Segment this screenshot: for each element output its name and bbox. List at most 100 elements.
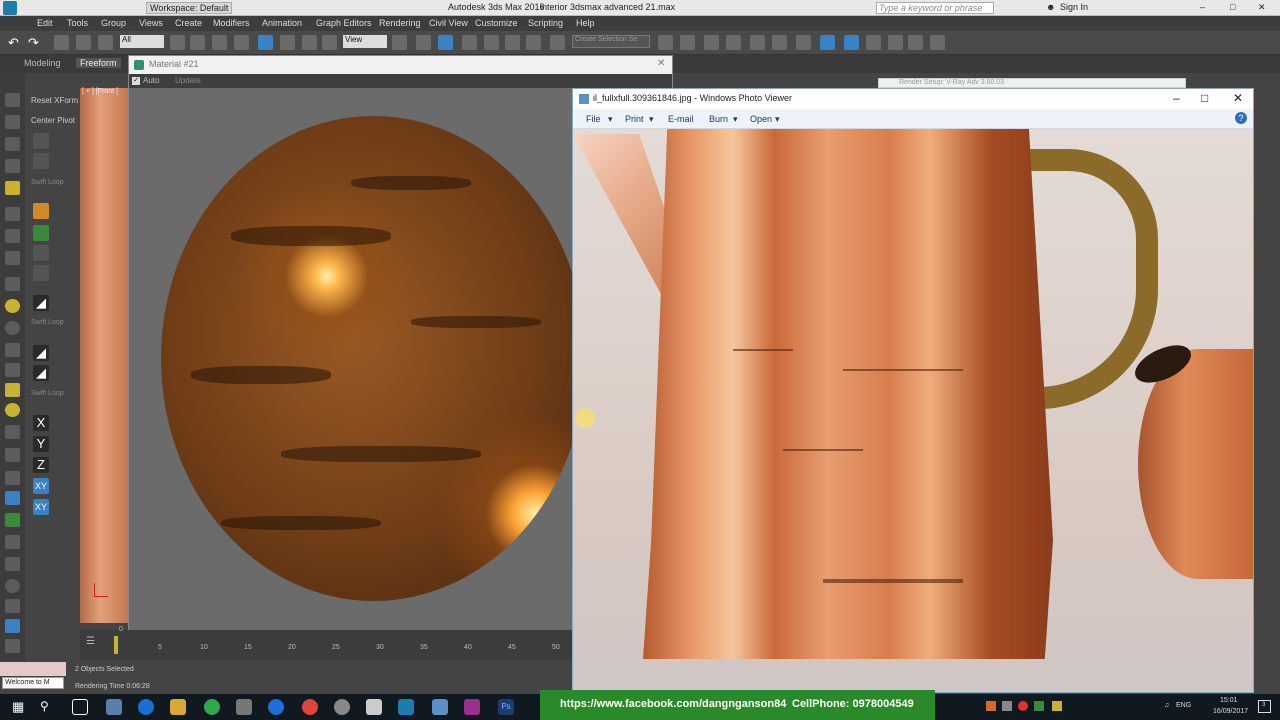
axis-y-button[interactable]: Y: [33, 436, 49, 452]
render-setup-window[interactable]: Render Setup: V-Ray Adv 3.60.03: [878, 78, 1186, 88]
welcome-prompt[interactable]: Welcome to M: [2, 677, 64, 689]
hierarchy-panel-icon[interactable]: [5, 137, 20, 151]
menu-civil-view[interactable]: Civil View: [429, 18, 468, 28]
rotate-icon[interactable]: [280, 35, 295, 50]
ribbon-toggle-icon[interactable]: [750, 35, 765, 50]
chevron-down-icon[interactable]: ▾: [733, 114, 738, 125]
space-warp-icon[interactable]: [5, 471, 20, 485]
pv-minimize-button[interactable]: –: [1173, 91, 1180, 105]
center-pivot-button[interactable]: Center Pivot: [31, 116, 75, 125]
calculator-icon[interactable]: [366, 699, 382, 715]
poly-tool-icon[interactable]: [33, 133, 49, 149]
pv-close-button[interactable]: ✕: [1233, 91, 1243, 105]
named-selection-dropdown[interactable]: Create Selection Se: [572, 35, 650, 48]
photoshop-icon[interactable]: Ps: [498, 699, 514, 715]
sign-in-link[interactable]: Sign In: [1060, 2, 1088, 12]
settings-app-icon[interactable]: [334, 699, 350, 715]
vray-frame-taskbar-icon[interactable]: [464, 699, 480, 715]
torus-icon[interactable]: [5, 321, 20, 335]
teapot-icon[interactable]: [5, 229, 20, 243]
media-player-icon[interactable]: [236, 699, 252, 715]
cut-icon[interactable]: [33, 245, 49, 261]
user-icon[interactable]: ☻: [1046, 2, 1055, 12]
tab-freeform[interactable]: Freeform: [76, 58, 121, 68]
placement-icon[interactable]: [322, 35, 337, 50]
tray-app-icon[interactable]: [986, 701, 996, 711]
edit-named-selection-icon[interactable]: [550, 35, 565, 50]
pv-menu-open[interactable]: Open: [750, 114, 772, 124]
helper-icon[interactable]: [5, 425, 20, 439]
pv-maximize-button[interactable]: □: [1201, 91, 1208, 105]
reference-coord-dropdown[interactable]: View: [343, 35, 387, 48]
box-icon[interactable]: [5, 277, 20, 291]
chevron-down-icon[interactable]: ▾: [775, 114, 780, 125]
facebook-link[interactable]: https://www.facebook.com/dangnganson84: [560, 698, 786, 710]
axis-xy-button-2[interactable]: XY: [33, 499, 49, 515]
tools-icon[interactable]: [5, 535, 20, 549]
menu-help[interactable]: Help: [576, 18, 595, 28]
render-iterative-icon[interactable]: [908, 35, 923, 50]
material-close-button[interactable]: ✕: [657, 58, 665, 69]
menu-rendering[interactable]: Rendering: [379, 18, 421, 28]
maxscript-listener-mini[interactable]: [0, 662, 66, 676]
timeline[interactable]: ☰ 0 5 10 15 20 25 30 35 40 45 50: [80, 626, 574, 660]
render-production-icon[interactable]: [888, 35, 903, 50]
menu-scripting[interactable]: Scripting: [528, 18, 563, 28]
scene-explorer-icon[interactable]: [704, 35, 719, 50]
sun-icon[interactable]: [5, 383, 20, 397]
grid-icon[interactable]: [33, 265, 49, 281]
search-icon[interactable]: ⚲: [40, 699, 56, 715]
scale-icon[interactable]: [302, 35, 317, 50]
pv-menu-file[interactable]: File: [586, 114, 601, 124]
unlink-icon[interactable]: [76, 35, 91, 50]
schematic-view-icon[interactable]: [796, 35, 811, 50]
menu-modifiers[interactable]: Modifiers: [213, 18, 250, 28]
redo-icon[interactable]: ↷: [28, 35, 43, 50]
language-indicator[interactable]: ENG: [1176, 702, 1191, 709]
time-slider-handle[interactable]: [114, 636, 118, 654]
edge-icon[interactable]: [138, 699, 154, 715]
keyboard-shortcut-icon[interactable]: [438, 35, 453, 50]
teamviewer-icon[interactable]: [268, 699, 284, 715]
vray-icon[interactable]: [5, 619, 20, 633]
update-button[interactable]: Update: [175, 76, 201, 85]
close-button[interactable]: ✕: [1258, 2, 1266, 13]
render-setup-icon[interactable]: [844, 35, 859, 50]
photo-image[interactable]: [573, 129, 1253, 692]
spinner-snap-icon[interactable]: [526, 35, 541, 50]
globe-icon[interactable]: [5, 579, 20, 593]
light-bulb-icon[interactable]: [5, 181, 20, 195]
tray-app-icon[interactable]: [1018, 701, 1028, 711]
tray-app-icon[interactable]: [1052, 701, 1062, 711]
rendered-frame-window-icon[interactable]: [866, 35, 881, 50]
photo-viewer-taskbar-icon[interactable]: [432, 699, 448, 715]
pv-menu-print[interactable]: Print: [625, 114, 644, 124]
cursor-tool-icon-3[interactable]: ◢: [33, 365, 49, 381]
cylinder-icon[interactable]: [5, 343, 20, 357]
viewport-front[interactable]: [ + ] [Front ]: [80, 88, 130, 623]
align-icon[interactable]: [680, 35, 695, 50]
menu-create[interactable]: Create: [175, 18, 202, 28]
sphere-icon[interactable]: [5, 299, 20, 313]
gear-icon[interactable]: [5, 557, 20, 571]
maximize-button[interactable]: □: [1230, 2, 1235, 12]
chevron-down-icon[interactable]: ▾: [608, 114, 613, 125]
omni-light-icon[interactable]: [5, 403, 20, 417]
tree-icon[interactable]: [33, 225, 49, 241]
clock-date[interactable]: 16/09/2017: [1213, 708, 1248, 715]
tray-app-icon[interactable]: [1034, 701, 1044, 711]
link-icon[interactable]: [54, 35, 69, 50]
camera-icon[interactable]: [5, 448, 20, 462]
motion-panel-icon[interactable]: [5, 159, 20, 173]
max-logo-icon[interactable]: [3, 1, 17, 15]
clock-time[interactable]: 15:01: [1220, 697, 1238, 704]
render-icon[interactable]: [5, 599, 20, 613]
reset-xform-button[interactable]: Reset XForm: [31, 96, 78, 105]
undo-icon[interactable]: ↶: [8, 35, 23, 50]
menu-views[interactable]: Views: [139, 18, 163, 28]
menu-animation[interactable]: Animation: [262, 18, 302, 28]
snaps-toggle-icon[interactable]: [462, 35, 477, 50]
workspace-dropdown[interactable]: Workspace: Default: [146, 2, 233, 14]
timeline-config-icon[interactable]: ☰: [86, 636, 98, 648]
chevron-down-icon[interactable]: ▾: [649, 114, 654, 125]
